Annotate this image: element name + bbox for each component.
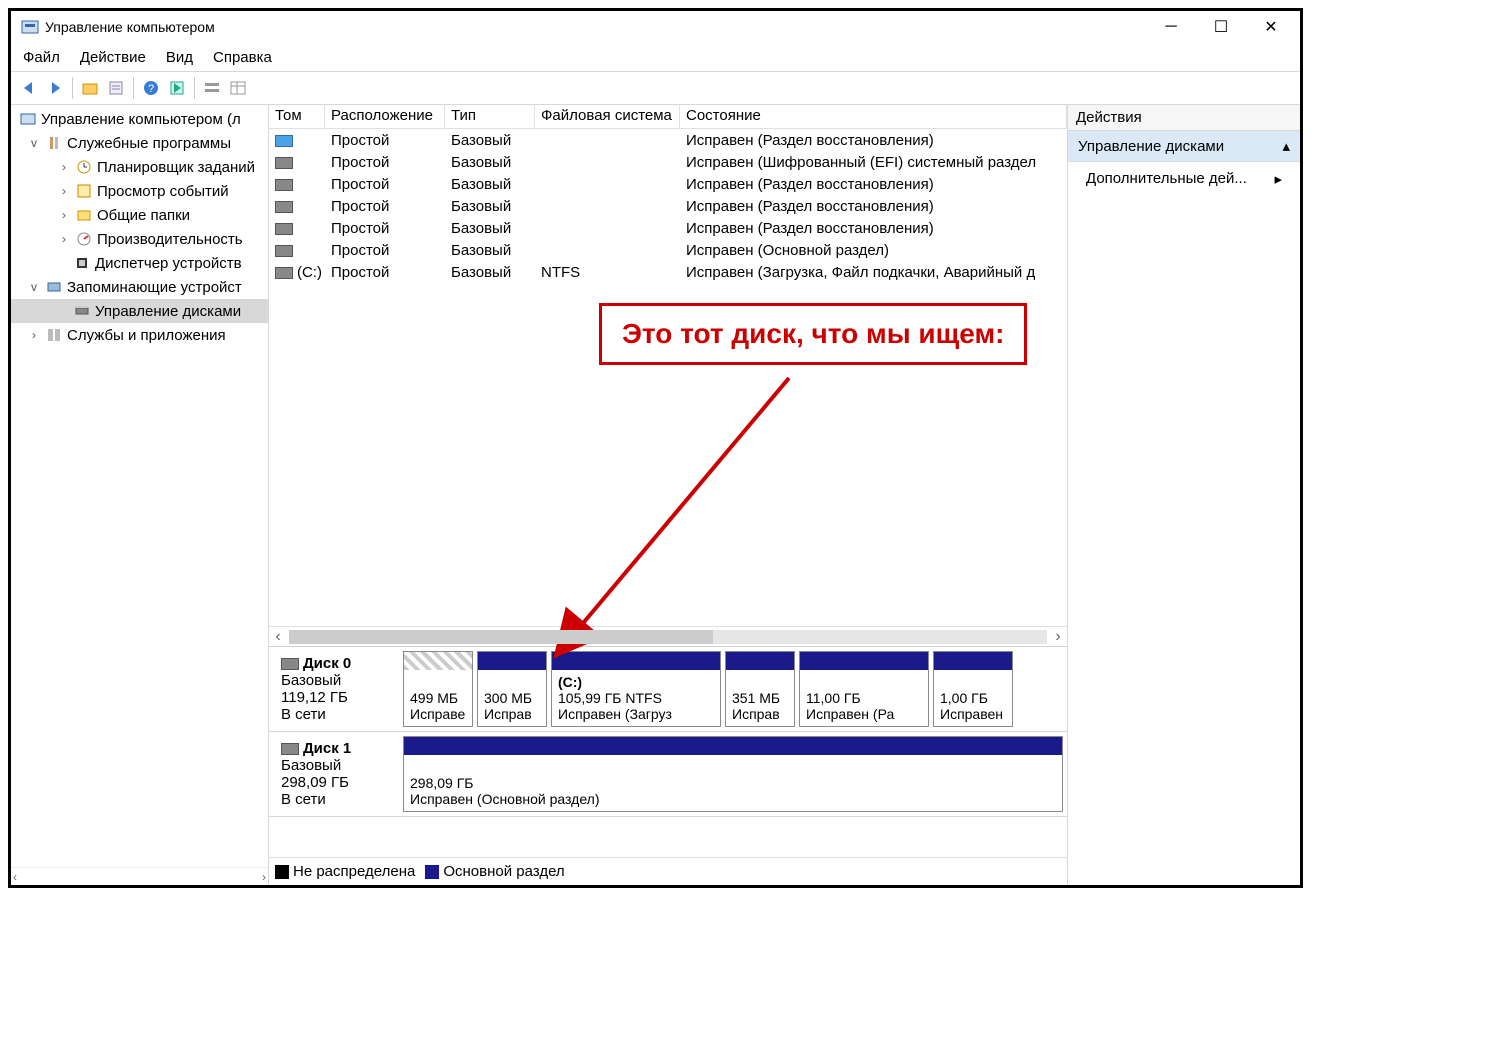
chevron-right-icon: ▸: [1274, 170, 1282, 188]
volume-row[interactable]: ПростойБазовыйИсправен (Раздел восстанов…: [269, 195, 1067, 217]
back-button[interactable]: [17, 76, 41, 100]
titlebar: Управление компьютером ─ ☐ ✕: [11, 11, 1300, 43]
disk0-partition[interactable]: 351 МБИсправ: [725, 651, 795, 727]
actions-pane: Действия Управление дисками▴ Дополнитель…: [1068, 105, 1300, 885]
properties-icon[interactable]: [104, 76, 128, 100]
col-fs[interactable]: Файловая система: [535, 105, 680, 128]
volume-row[interactable]: ПростойБазовыйИсправен (Раздел восстанов…: [269, 129, 1067, 151]
actions-section[interactable]: Управление дисками▴: [1068, 131, 1300, 162]
minimize-button[interactable]: ─: [1156, 13, 1186, 41]
maximize-button[interactable]: ☐: [1206, 13, 1236, 41]
tree-perf[interactable]: ›Производительность: [11, 227, 268, 251]
volume-row[interactable]: ПростойБазовыйИсправен (Раздел восстанов…: [269, 173, 1067, 195]
disk1-block: Диск 1 Базовый 298,09 ГБ В сети 298,09 Г…: [269, 732, 1067, 817]
disk-graphic: Диск 0 Базовый 119,12 ГБ В сети 499 МБИс…: [269, 646, 1067, 857]
close-button[interactable]: ✕: [1256, 13, 1286, 41]
volume-row[interactable]: ПростойБазовыйИсправен (Раздел восстанов…: [269, 217, 1067, 239]
disk0-partition[interactable]: (C:)105,99 ГБ NTFSИсправен (Загруз: [551, 651, 721, 727]
tree-scheduler[interactable]: ›Планировщик заданий: [11, 155, 268, 179]
menubar: Файл Действие Вид Справка: [11, 43, 1300, 71]
svg-text:?: ?: [148, 83, 154, 95]
tree-devicemgr[interactable]: Диспетчер устройств: [11, 251, 268, 275]
menu-file[interactable]: Файл: [17, 45, 66, 70]
volume-hscroll[interactable]: ‹›: [269, 626, 1067, 646]
disk0-partition[interactable]: 1,00 ГБИсправен: [933, 651, 1013, 727]
detail-icon[interactable]: [226, 76, 250, 100]
tree-group-tools[interactable]: vСлужебные программы: [11, 131, 268, 155]
refresh-icon[interactable]: [165, 76, 189, 100]
app-window: Управление компьютером ─ ☐ ✕ Файл Действ…: [8, 8, 1303, 888]
tree-shared[interactable]: ›Общие папки: [11, 203, 268, 227]
tree-root[interactable]: Управление компьютером (л: [11, 107, 268, 131]
disk0-partition[interactable]: 300 МБИсправ: [477, 651, 547, 727]
center-pane: Том Расположение Тип Файловая система Со…: [269, 105, 1068, 885]
tree-pane: Управление компьютером (л vСлужебные про…: [11, 105, 269, 885]
disk0-info[interactable]: Диск 0 Базовый 119,12 ГБ В сети: [271, 649, 401, 729]
menu-view[interactable]: Вид: [160, 45, 199, 70]
col-volume[interactable]: Том: [269, 105, 325, 128]
actions-header: Действия: [1068, 105, 1300, 131]
annotation-box: Это тот диск, что мы ищем:: [599, 303, 1027, 365]
window-title: Управление компьютером: [45, 19, 1156, 35]
volume-header: Том Расположение Тип Файловая система Со…: [269, 105, 1067, 129]
app-icon: [21, 18, 39, 36]
collapse-icon: ▴: [1282, 137, 1290, 155]
disk0-partition[interactable]: 11,00 ГБИсправен (Ра: [799, 651, 929, 727]
legend: Не распределена Основной раздел: [269, 857, 1067, 885]
tree-group-services[interactable]: ›Службы и приложения: [11, 323, 268, 347]
volume-list: ПростойБазовыйИсправен (Раздел восстанов…: [269, 129, 1067, 283]
toolbar: ?: [11, 71, 1300, 105]
disk1-info[interactable]: Диск 1 Базовый 298,09 ГБ В сети: [271, 734, 401, 814]
disk0-block: Диск 0 Базовый 119,12 ГБ В сети 499 МБИс…: [269, 647, 1067, 732]
disk0-partition[interactable]: 499 МБИсправе: [403, 651, 473, 727]
help-icon[interactable]: ?: [139, 76, 163, 100]
col-status[interactable]: Состояние: [680, 105, 1067, 128]
disk1-partition[interactable]: 298,09 ГБ Исправен (Основной раздел): [403, 736, 1063, 812]
volume-row[interactable]: ПростойБазовыйИсправен (Основной раздел): [269, 239, 1067, 261]
col-layout[interactable]: Расположение: [325, 105, 445, 128]
tree-group-storage[interactable]: vЗапоминающие устройст: [11, 275, 268, 299]
tree-diskmgmt[interactable]: Управление дисками: [11, 299, 268, 323]
menu-help[interactable]: Справка: [207, 45, 278, 70]
tree-eventviewer[interactable]: ›Просмотр событий: [11, 179, 268, 203]
disk-icon: [281, 743, 299, 755]
volume-row[interactable]: ПростойБазовыйИсправен (Шифрованный (EFI…: [269, 151, 1067, 173]
list-icon[interactable]: [200, 76, 224, 100]
forward-button[interactable]: [43, 76, 67, 100]
tree-hscroll[interactable]: ‹›: [11, 867, 268, 885]
actions-more[interactable]: Дополнительные дей...▸: [1068, 162, 1300, 196]
col-type[interactable]: Тип: [445, 105, 535, 128]
volume-row[interactable]: (C:)ПростойБазовыйNTFSИсправен (Загрузка…: [269, 261, 1067, 283]
legend-unallocated-icon: [275, 865, 289, 879]
folder-icon[interactable]: [78, 76, 102, 100]
disk-icon: [281, 658, 299, 670]
menu-action[interactable]: Действие: [74, 45, 152, 70]
legend-primary-icon: [425, 865, 439, 879]
